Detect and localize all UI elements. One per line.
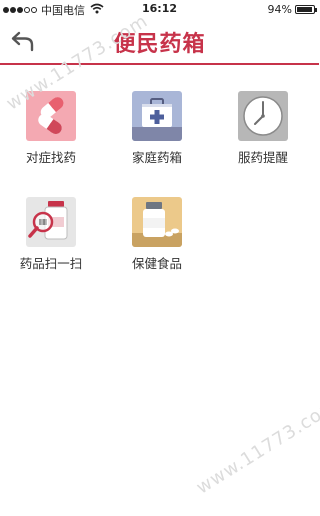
supplement-bottle-icon: [132, 197, 182, 247]
grid-item-label: 药品扫一扫: [19, 256, 83, 271]
grid-item-label: 保健食品: [131, 256, 182, 271]
grid-item-label: 服药提醒: [237, 150, 288, 165]
grid-item-label: 家庭药箱: [131, 150, 182, 165]
grid-item-family-medicine-box[interactable]: 家庭药箱: [117, 91, 197, 166]
watermark: www.11773.com: [192, 394, 320, 499]
pills-icon: [26, 91, 76, 141]
clock-icon: [238, 91, 288, 141]
scan-medicine-icon: [26, 197, 76, 247]
medical-kit-icon: [132, 91, 182, 141]
grid-item-health-food[interactable]: 保健食品: [117, 197, 197, 272]
battery-percent: 94%: [267, 3, 292, 16]
battery-status: 94%: [267, 3, 317, 16]
battery-icon: [295, 5, 317, 14]
grid-item-label: 对症找药: [25, 150, 76, 165]
status-bar: 中国电信 16:12 94%: [0, 0, 319, 20]
grid-item-symptom-search[interactable]: 对症找药: [11, 91, 91, 166]
page-title: 便民药箱: [113, 32, 206, 57]
nav-bar: 便民药箱: [0, 20, 319, 65]
grid-item-medicine-scan[interactable]: 药品扫一扫: [11, 197, 91, 272]
grid-item-medication-reminder[interactable]: 服药提醒: [223, 91, 303, 166]
